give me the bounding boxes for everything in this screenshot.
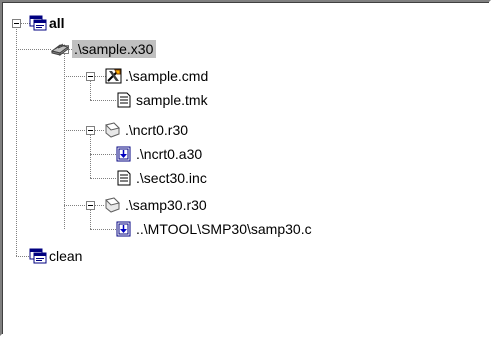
tree-node-clean[interactable]: clean: [47, 247, 85, 265]
tree-view-panel[interactable]: all .\sample.x30 .\sample.cmd sample.tmk…: [0, 0, 491, 336]
tools-icon: [105, 68, 122, 84]
tree-node-samp30-r30[interactable]: .\samp30.r30: [123, 196, 210, 214]
source-file-icon: [116, 221, 131, 237]
tree-node-ncrt0-a30[interactable]: .\ncrt0.a30: [134, 145, 205, 163]
tree-node-ncrt0-r30[interactable]: .\ncrt0.r30: [123, 121, 191, 139]
object-module-icon: [105, 122, 120, 138]
tree-node-sample-x30[interactable]: .\sample.x30: [72, 40, 157, 58]
source-file-icon: [116, 146, 131, 162]
workspace-icon: [29, 15, 47, 31]
tree-node-sect30-inc[interactable]: .\sect30.inc: [134, 169, 210, 187]
tree-node-all[interactable]: all: [47, 14, 68, 32]
tree-node-sample-cmd[interactable]: .\sample.cmd: [123, 67, 211, 85]
tree-node-sample-tmk[interactable]: sample.tmk: [134, 91, 211, 109]
object-module-icon: [105, 197, 120, 213]
workspace-icon: [29, 248, 47, 264]
document-icon: [117, 92, 131, 108]
collapse-toggle-all[interactable]: [12, 19, 21, 28]
collapse-toggle-sample-x30[interactable]: [60, 45, 69, 54]
tree-node-samp30-c[interactable]: ..\MTOOL\SMP30\samp30.c: [134, 220, 315, 238]
document-icon: [117, 170, 131, 186]
collapse-toggle-ncrt0-r30[interactable]: [86, 126, 95, 135]
collapse-toggle-sample-cmd[interactable]: [86, 72, 95, 81]
collapse-toggle-samp30-r30[interactable]: [86, 201, 95, 210]
